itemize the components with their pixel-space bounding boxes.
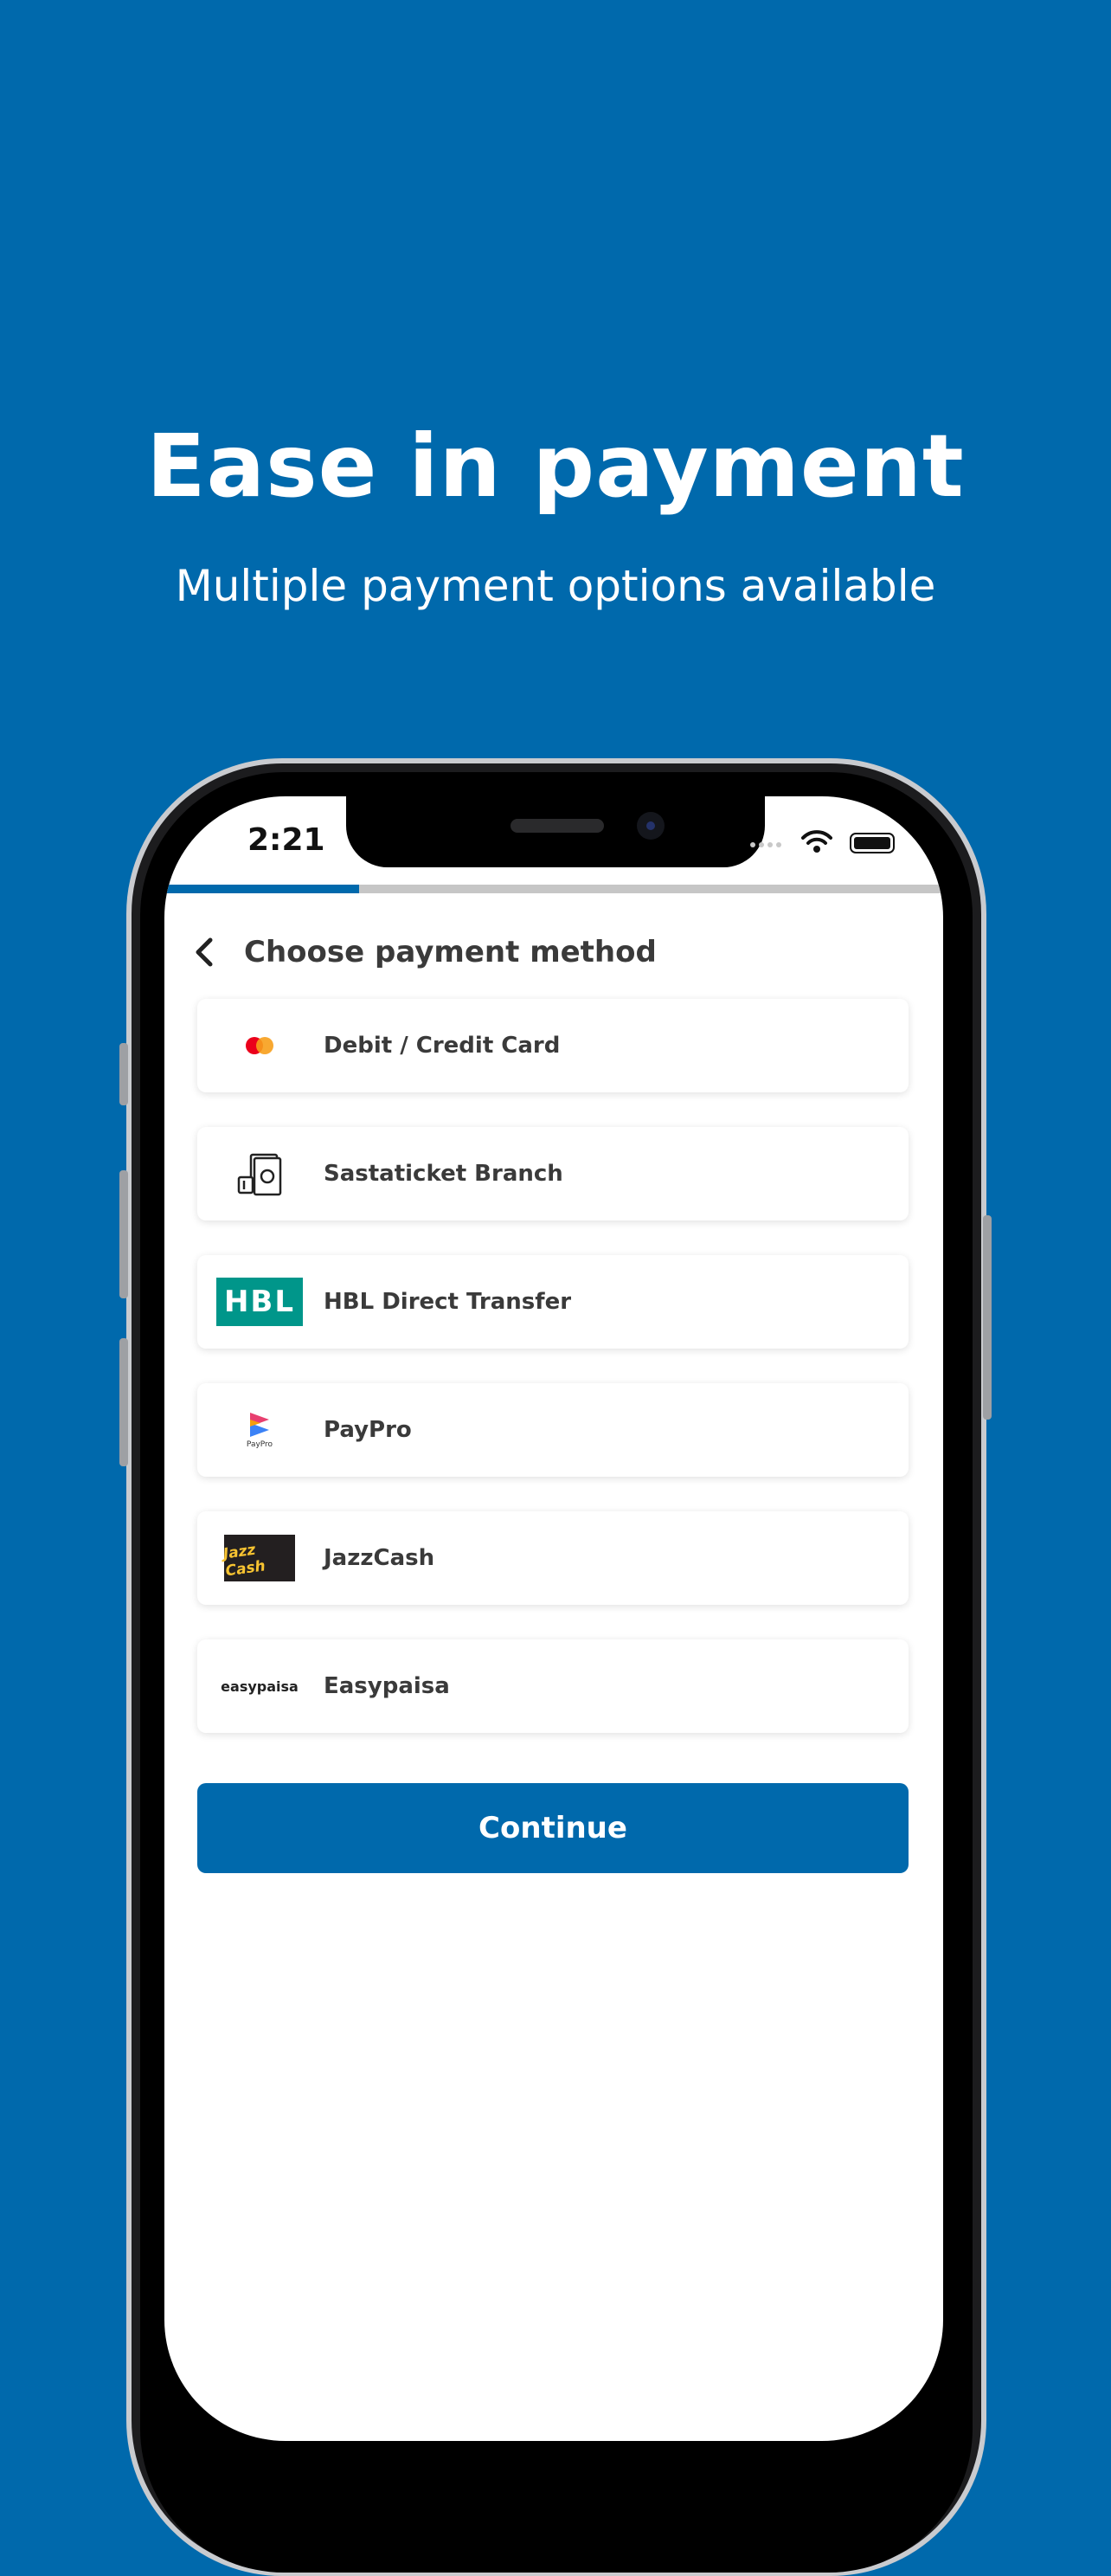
payment-option-card[interactable]: Jazz Cash JazzCash (197, 1511, 909, 1605)
payment-option-card[interactable]: HBL HBL Direct Transfer (197, 1255, 909, 1349)
payment-option-label: PayPro (324, 1417, 412, 1443)
paypro-logo-text: PayPro (246, 1440, 273, 1449)
phone-side-button (983, 1215, 992, 1420)
battery-icon (850, 833, 895, 853)
payment-option-card[interactable]: Debit / Credit Card (197, 999, 909, 1092)
payment-option-label: HBL Direct Transfer (324, 1289, 572, 1315)
progress-bar (164, 885, 943, 893)
promo-title: Ease in payment (146, 415, 965, 517)
payment-option-label: JazzCash (324, 1545, 435, 1571)
jazzcash-logo: Jazz Cash (216, 1532, 303, 1584)
phone-side-button (119, 1338, 128, 1466)
cash-icon (216, 1148, 303, 1200)
payment-option-card[interactable]: Sastaticket Branch (197, 1127, 909, 1220)
page-title: Choose payment method (244, 935, 657, 969)
signal-icon (749, 835, 784, 852)
status-time: 2:21 (247, 822, 325, 858)
promo-subtitle: Multiple payment options available (175, 561, 936, 611)
phone-screen: 2:21 Choose payment method Debit / Credi… (164, 796, 943, 2441)
notch (346, 796, 765, 867)
payment-option-card[interactable]: easypaisa Easypaisa (197, 1639, 909, 1733)
status-icons (749, 829, 895, 857)
continue-button[interactable]: Continue (197, 1783, 909, 1873)
camera-icon (637, 812, 665, 840)
speaker-grille (511, 819, 604, 833)
mastercard-icon (216, 1020, 303, 1072)
header: Choose payment method (164, 918, 943, 987)
progress-fill (164, 885, 359, 893)
hbl-logo-text: HBL (216, 1278, 303, 1326)
payment-option-label: Sastaticket Branch (324, 1161, 563, 1187)
phone-side-button (119, 1170, 128, 1298)
back-button[interactable] (183, 931, 227, 974)
chevron-left-icon (196, 937, 213, 967)
easypaisa-logo: easypaisa (216, 1660, 303, 1712)
payment-option-card[interactable]: PayPro PayPro (197, 1383, 909, 1477)
hbl-logo: HBL (216, 1276, 303, 1328)
paypro-logo: PayPro (216, 1404, 303, 1456)
jazzcash-logo-text: Jazz Cash (222, 1541, 267, 1581)
phone-side-button (119, 1043, 128, 1105)
wifi-icon (801, 829, 832, 857)
payment-method-list: Debit / Credit Card Sastaticket Branch H… (197, 999, 909, 1768)
payment-option-label: Easypaisa (324, 1673, 450, 1699)
payment-option-label: Debit / Credit Card (324, 1033, 561, 1059)
easypaisa-logo-text: easypaisa (221, 1678, 299, 1695)
